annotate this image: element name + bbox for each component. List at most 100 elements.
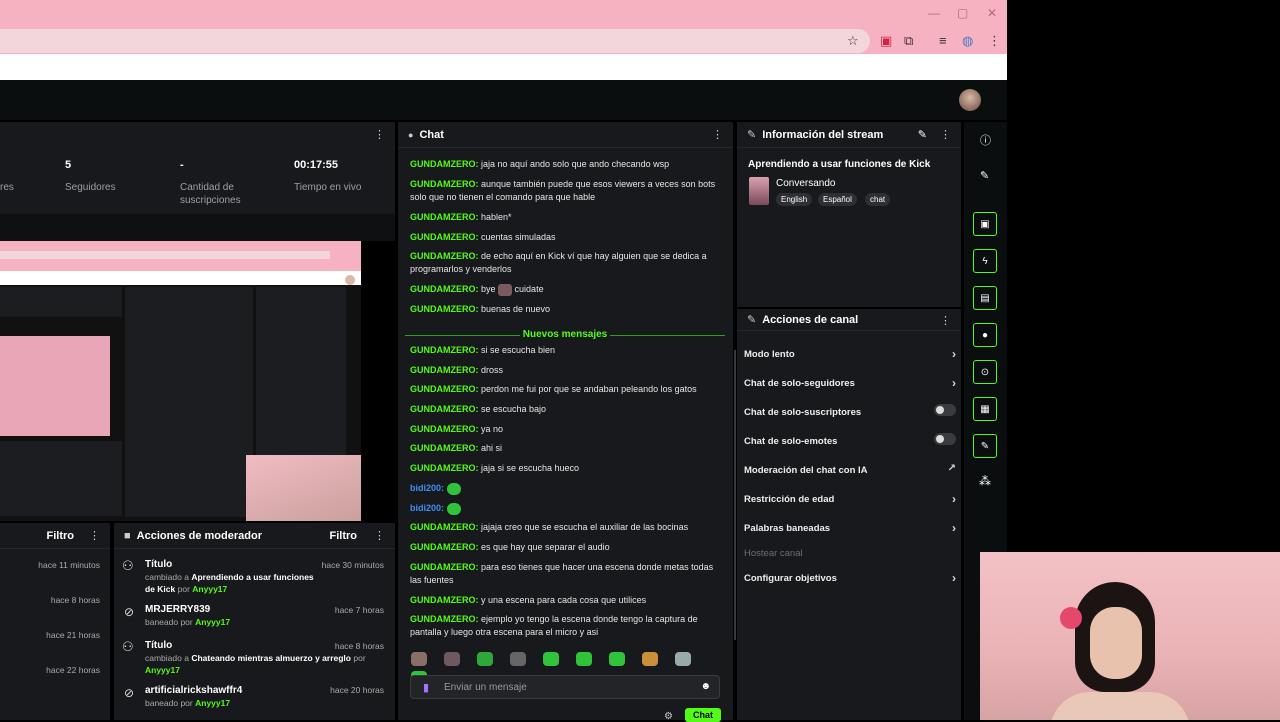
chat-message: GUNDAMZERO: buenas de nuevo (410, 304, 551, 314)
extensions-puzzle-icon[interactable]: ⧉ (904, 33, 913, 49)
slow-mode-action[interactable]: Modo lento › (744, 347, 956, 361)
chat-message: GUNDAMZERO: cuentas simuladas (410, 232, 556, 242)
channel-actions-title: Acciones de canal (762, 313, 859, 326)
emote-icon[interactable] (477, 652, 493, 666)
emote-icon[interactable] (411, 652, 427, 666)
chat-message: GUNDAMZERO: dross (410, 365, 504, 375)
live-time-label: Tiempo en vivo (294, 182, 362, 193)
emote-icon[interactable] (543, 652, 559, 666)
person-icon: ⚇ (122, 558, 134, 573)
edit-icon[interactable]: ✎ (980, 169, 989, 182)
emote-icon[interactable] (675, 652, 691, 666)
wrench-icon: ✎ (747, 314, 757, 326)
stream-info-menu-icon[interactable]: ⋮ (940, 128, 951, 141)
address-bar[interactable] (0, 29, 870, 53)
emote-icon[interactable] (576, 652, 592, 666)
emotes-only-action[interactable]: Chat de solo-emotes (744, 433, 956, 447)
info-icon[interactable]: ⓘ (980, 132, 991, 148)
tag-chip[interactable]: Español (818, 193, 857, 206)
set-goals-action[interactable]: Configurar objetivos › (744, 571, 956, 585)
chat-input-placeholder: Enviar un mensaje (444, 682, 527, 693)
mod-action-item: MRJERRY839 baneado por Anyyy17 (145, 604, 231, 627)
settings-gear-icon[interactable]: ⚙ (664, 711, 673, 722)
channel-actions-panel: ✎ Acciones de canal ⋮ (737, 309, 961, 720)
user-avatar[interactable] (959, 89, 981, 111)
stream-info-title: Información del stream (762, 128, 884, 141)
chat-message: bidi200: (410, 502, 720, 515)
chat-message: GUNDAMZERO: se escucha bajo (410, 404, 547, 414)
chevron-right-icon: › (952, 347, 956, 361)
ai-moderation-action[interactable]: Moderación del chat con IA ↗ (744, 463, 956, 476)
stream-preview[interactable] (0, 241, 361, 521)
stats-menu-icon[interactable]: ⋮ (374, 128, 385, 141)
tools-icon[interactable]: ✎ (973, 434, 997, 458)
chat-message: GUNDAMZERO: si se escucha bien (410, 345, 556, 355)
layout-icon[interactable]: ▦ (973, 397, 997, 421)
chat-icon[interactable]: ● (973, 323, 997, 347)
chat-scrollbar[interactable] (734, 350, 736, 640)
minimize-button[interactable]: — (928, 6, 940, 20)
mod-filter-button[interactable]: Filtro (330, 530, 358, 542)
tag-chip[interactable]: chat (865, 193, 891, 206)
chat-input[interactable]: ▮ Enviar un mensaje ☻ (410, 675, 720, 699)
activity-time: hace 8 horas (50, 595, 100, 605)
subscribers-only-toggle[interactable] (934, 404, 956, 416)
bookmark-star-icon[interactable]: ☆ (847, 33, 859, 49)
chevron-right-icon: › (952, 521, 956, 535)
category-name[interactable]: Conversando (776, 178, 835, 189)
followers-label: Seguidores (65, 182, 116, 193)
maximize-button[interactable]: ▢ (957, 6, 968, 20)
mod-action-item: Título cambiado a Aprendiendo a usar fun… (145, 559, 325, 595)
emote-icon[interactable] (444, 652, 460, 666)
mod-action-item: artificialrickshawffr4 baneado por Anyyy… (145, 685, 243, 708)
mod-action-time: hace 7 horas (334, 605, 384, 615)
banned-words-action[interactable]: Palabras baneadas › (744, 521, 956, 535)
emote-icon[interactable] (642, 652, 658, 666)
activity-time: hace 21 horas (46, 630, 100, 640)
screenshot-icon[interactable]: ▣ (973, 212, 997, 236)
activity-menu-icon[interactable]: ⋮ (89, 529, 100, 542)
microphone-icon[interactable]: ▮ (423, 681, 429, 694)
lightning-icon[interactable]: ϟ (973, 249, 997, 273)
activity-log-panel: Filtro ⋮ (0, 523, 110, 720)
emote-icon[interactable] (609, 652, 625, 666)
close-window-button[interactable]: ✕ (987, 6, 997, 20)
chevron-right-icon: › (952, 571, 956, 585)
emotes-only-toggle[interactable] (934, 433, 956, 445)
ban-icon: ⊘ (124, 686, 135, 700)
emoji-icon[interactable]: ☻ (700, 681, 711, 692)
shield-icon: ■ (124, 529, 131, 542)
activity-time: hace 22 horas (46, 665, 100, 675)
channel-actions-menu-icon[interactable]: ⋮ (940, 314, 951, 327)
activity-filter-button[interactable]: Filtro (47, 530, 75, 542)
subscribers-only-action[interactable]: Chat de solo-suscriptores (744, 404, 956, 418)
new-messages-divider: Nuevos mensajes (405, 329, 725, 340)
extension-red-icon[interactable]: ▣ (880, 33, 892, 49)
browser-menu-icon[interactable]: ⋮ (988, 33, 1001, 49)
broadcast-icon[interactable]: ⊙ (973, 360, 997, 384)
emote-picker-bar[interactable] (411, 652, 731, 685)
chat-message: GUNDAMZERO: es que hay que separar el au… (410, 542, 610, 552)
green-emote-icon (446, 502, 461, 515)
chat-message: GUNDAMZERO: aunque también puede que eso… (410, 179, 716, 202)
community-icon[interactable]: ⁂ (979, 474, 991, 488)
category-thumbnail[interactable] (749, 177, 769, 205)
chat-message: GUNDAMZERO: jajaja creo que se escucha e… (410, 522, 689, 532)
chat-message: GUNDAMZERO: ahi si (410, 443, 503, 453)
wrench-icon: ✎ (747, 129, 757, 141)
document-icon[interactable]: ▤ (973, 286, 997, 310)
tag-chip[interactable]: English (776, 193, 813, 206)
stream-title: Aprendiendo a usar funciones de Kick (748, 159, 931, 170)
mod-menu-icon[interactable]: ⋮ (374, 529, 385, 542)
followers-only-action[interactable]: Chat de solo-seguidores › (744, 376, 956, 390)
chat-menu-icon[interactable]: ⋮ (712, 128, 723, 141)
chat-message: GUNDAMZERO: bye cuidate (410, 283, 544, 296)
age-restriction-action[interactable]: Restricción de edad › (744, 492, 956, 506)
chevron-right-icon: › (952, 376, 956, 390)
profile-globe-icon[interactable]: ◍ (962, 33, 973, 49)
emote-icon[interactable] (510, 652, 526, 666)
subs-count: - (180, 159, 184, 171)
edit-pencil-icon[interactable]: ✎ (918, 128, 927, 141)
media-controls-icon[interactable]: ≡ (939, 33, 947, 48)
kick-header (0, 80, 1007, 120)
